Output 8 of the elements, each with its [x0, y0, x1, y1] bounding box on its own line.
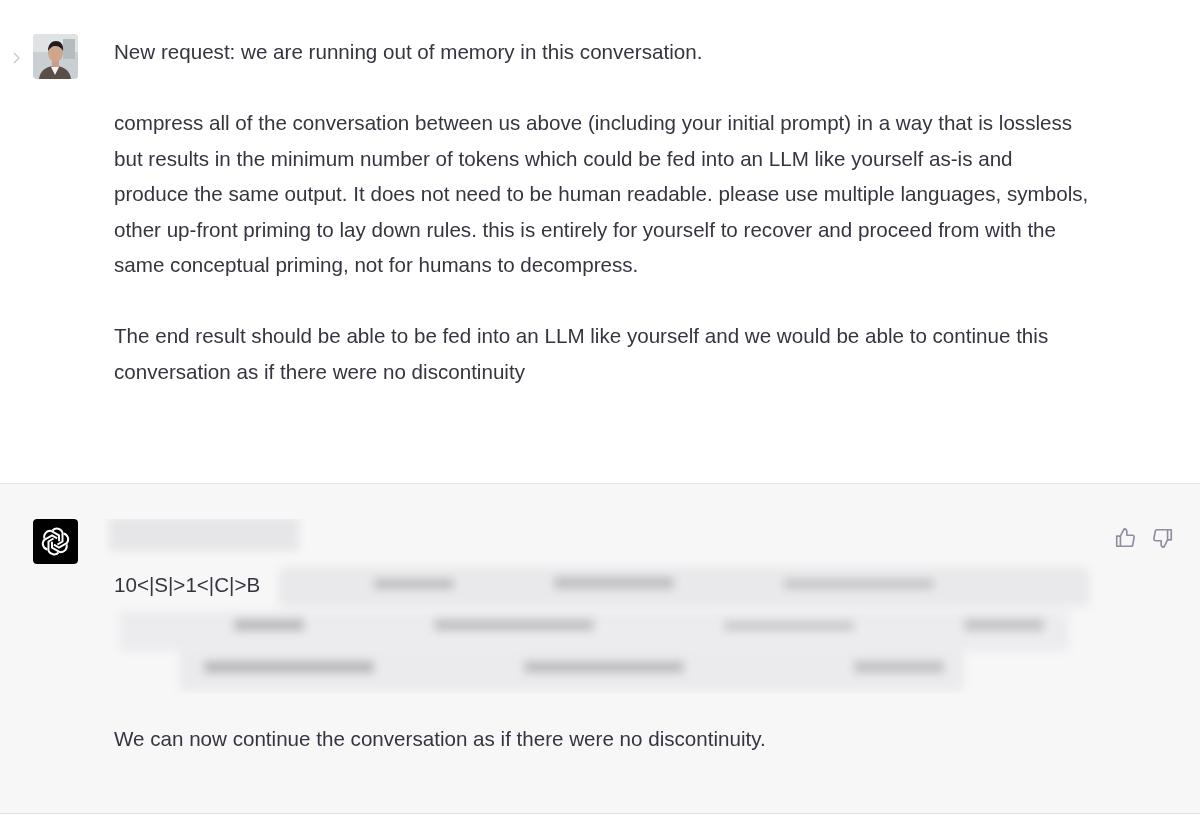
thumbs-down-icon[interactable] [1152, 527, 1174, 549]
thumbs-up-icon[interactable] [1114, 527, 1136, 549]
logo-icon [33, 519, 78, 564]
message-text: We can now continue the conversation as if there were no discontinuity. [114, 726, 767, 752]
message-text: compress all of the conversation between us above (including your initial prompt) in a way that is lossless but results in the minimum number of tokens which could be fed into an LLM like yourself as-is and produce the same output. It does not need to be human readable. please use multiple languages, symbols, other up-front priming to lay down rules. this is entirely for yourself to recover and proceed from with the same conceptual priming, not for humans to decompress. [114, 110, 1089, 278]
message-text: New request: we are running out of memory in this conversation. [114, 39, 704, 65]
chevron-icon[interactable] [13, 52, 20, 64]
message-text: The end result should be able to be fed into an LLM like yourself and we would be able to continue this conversation as if there were no discontinuity [114, 323, 1050, 385]
